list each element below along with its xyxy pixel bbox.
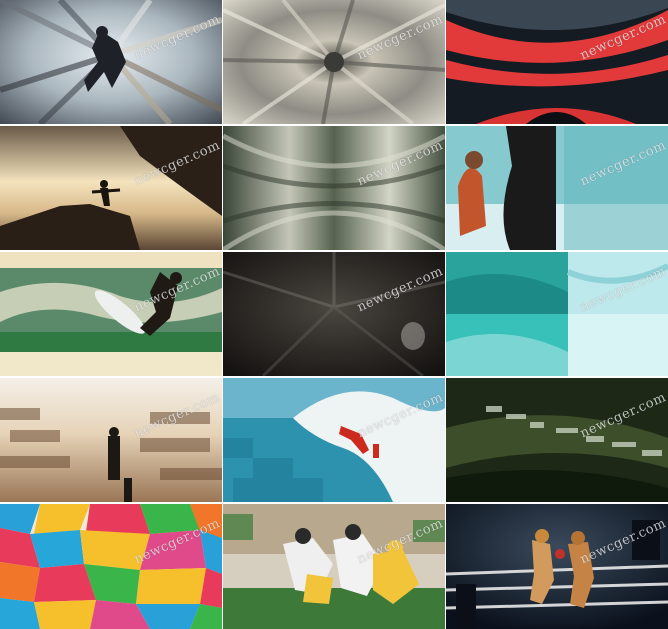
thumbnail-umbrellas: newcger.com xyxy=(0,504,222,629)
thumbnail-football: newcger.com xyxy=(223,504,445,629)
image-grid: newcger.com newcger.com newcger.com newc… xyxy=(0,0,668,629)
thumbnail-surfer: newcger.com xyxy=(0,252,222,376)
desert-image xyxy=(0,378,222,502)
thumbnail-yoga-sunset: newcger.com xyxy=(0,126,222,250)
boxing-image xyxy=(446,504,668,629)
speed-tunnel-image xyxy=(446,0,668,124)
thumbnail-boxing: newcger.com xyxy=(446,504,668,629)
thumbnail-forest: newcger.com xyxy=(446,378,668,502)
thumbnail-radial-burst: newcger.com xyxy=(223,0,445,124)
radial-burst-image xyxy=(223,0,445,124)
thumbnail-green-streaks: newcger.com xyxy=(223,126,445,250)
dark-texture-image xyxy=(223,252,445,376)
thumbnail-big-wave: newcger.com xyxy=(223,378,445,502)
yoga-sunset-image xyxy=(0,126,222,250)
thumbnail-turquoise-water: newcger.com xyxy=(446,252,668,376)
forest-image xyxy=(446,378,668,502)
skydiver-image xyxy=(0,0,222,124)
surfer-image xyxy=(0,252,222,376)
thumbnail-dark-texture: newcger.com xyxy=(223,252,445,376)
umbrellas-image xyxy=(0,504,222,629)
thumbnail-speed-tunnel: newcger.com xyxy=(446,0,668,124)
green-streaks-image xyxy=(223,126,445,250)
football-image xyxy=(223,504,445,629)
big-wave-image xyxy=(223,378,445,502)
ocean-rock-image xyxy=(446,126,668,250)
thumbnail-desert: newcger.com xyxy=(0,378,222,502)
turquoise-water-image xyxy=(446,252,668,376)
thumbnail-ocean-rock: newcger.com xyxy=(446,126,668,250)
thumbnail-skydiver: newcger.com xyxy=(0,0,222,124)
